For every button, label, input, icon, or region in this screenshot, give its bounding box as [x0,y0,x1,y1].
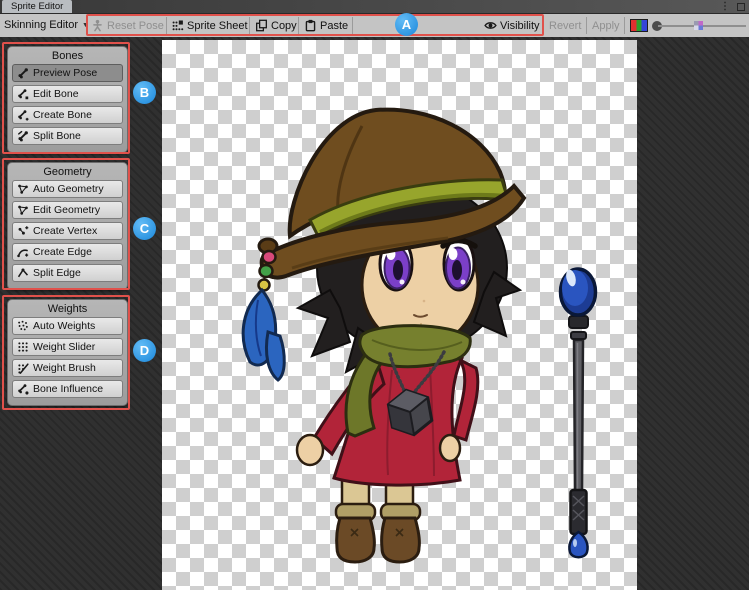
bone-create-icon [17,109,29,121]
annotation-badge-a: A [395,13,418,36]
visibility-button[interactable]: Visibility [484,14,540,37]
boots [336,504,420,562]
edit-bone-button[interactable]: Edit Bone [12,85,123,103]
badge-letter: C [140,221,149,236]
button-label: Preview Pose [33,67,97,79]
bones-panel: Bones Preview Pose Edit Bone Create Bone… [7,46,128,153]
bone-influence-icon [17,383,29,395]
split-bone-button[interactable]: Split Bone [12,127,123,145]
split-edge-button[interactable]: Split Edge [12,264,123,282]
dots-brush-icon [17,362,29,374]
mesh-icon [17,183,29,195]
button-label: Create Edge [33,246,92,258]
toolbar-separator [298,17,299,34]
panel-title: Bones [8,49,127,64]
button-label: Edit Bone [33,88,79,100]
sprite-editor-window: Sprite Editor ⋮ Skinning Editor ▼ Reset P… [0,0,749,590]
button-label: Split Edge [33,267,81,279]
button-label: Sprite Sheet [187,20,248,32]
create-vertex-button[interactable]: Create Vertex [12,222,123,240]
reset-pose-icon [91,19,104,32]
toolbar-separator [624,17,625,34]
tab-label: Sprite Editor [11,1,63,12]
reset-pose-button[interactable]: Reset Pose [91,14,164,37]
create-edge-button[interactable]: Create Edge [12,243,123,261]
paste-icon [304,19,317,32]
button-label: Create Bone [33,109,92,121]
chevron-down-icon: ▼ [82,22,89,29]
annotation-badge-b: B [133,81,156,104]
button-label: Apply [592,20,620,32]
copy-button[interactable]: Copy [255,14,297,37]
annotation-badge-d: D [133,339,156,362]
weight-slider-button[interactable]: Weight Slider [12,338,123,356]
button-label: Auto Geometry [33,183,104,195]
panel-title: Weights [8,302,127,317]
mode-label: Skinning Editor [4,19,78,31]
toolbar-separator [586,17,587,34]
sprite-sheet-icon [171,19,184,32]
sprite-sheet-button[interactable]: Sprite Sheet [171,14,248,37]
toolbar-separator [352,17,353,34]
button-label: Weight Brush [33,362,96,374]
bone-edit-icon [17,88,29,100]
toolbar-separator [166,17,167,34]
toolbar: Skinning Editor ▼ Reset Pose Sprite Sheet… [0,13,749,37]
edge-create-icon [17,246,29,258]
button-label: Revert [549,20,581,32]
sprite-canvas[interactable] [162,40,637,590]
badge-letter: A [402,17,411,32]
tab-sprite-editor[interactable]: Sprite Editor [2,0,72,13]
kebab-menu-icon[interactable]: ⋮ [720,0,730,13]
paste-button[interactable]: Paste [304,14,348,37]
skinning-editor-dropdown[interactable]: Skinning Editor ▼ [4,14,89,37]
button-label: Reset Pose [107,20,164,32]
geometry-panel: Geometry Auto Geometry Edit Geometry Cre… [7,162,128,290]
panel-title: Geometry [8,165,127,180]
bone-influence-button[interactable]: Bone Influence [12,380,123,398]
button-label: Weight Slider [33,341,95,353]
auto-weights-button[interactable]: Auto Weights [12,317,123,335]
badge-letter: D [140,343,149,358]
copy-icon [255,19,268,32]
dots-auto-icon [17,320,29,332]
vertex-create-icon [17,225,29,237]
button-label: Auto Weights [33,320,95,332]
bone-split-icon [17,130,29,142]
button-label: Bone Influence [33,383,103,395]
maximize-icon[interactable] [737,3,745,11]
create-bone-button[interactable]: Create Bone [12,106,123,124]
annotation-badge-c: C [133,217,156,240]
edge-split-icon [17,267,29,279]
button-label: Copy [271,20,297,32]
button-label: Create Vertex [33,225,97,237]
dots-grid-icon [17,341,29,353]
button-label: Split Bone [33,130,81,142]
mesh-icon [17,204,29,216]
staff-sprite [561,269,596,558]
preview-pose-button[interactable]: Preview Pose [12,64,123,82]
badge-letter: B [140,85,149,100]
button-label: Visibility [500,20,540,32]
edit-geometry-button[interactable]: Edit Geometry [12,201,123,219]
bone-icon [17,67,29,79]
rgb-channels-icon[interactable] [630,19,648,32]
window-controls: ⋮ [720,0,745,13]
mip-levels-icon[interactable] [694,21,703,30]
toolbar-separator [249,17,250,34]
auto-geometry-button[interactable]: Auto Geometry [12,180,123,198]
revert-button[interactable]: Revert [549,14,581,37]
apply-button[interactable]: Apply [592,14,620,37]
tab-bar: Sprite Editor ⋮ [0,0,749,13]
eye-icon [484,19,497,32]
weight-brush-button[interactable]: Weight Brush [12,359,123,377]
button-label: Edit Geometry [33,204,100,216]
weights-panel: Weights Auto Weights Weight Slider Weigh… [7,299,128,406]
button-label: Paste [320,20,348,32]
character-sprite [162,40,637,590]
